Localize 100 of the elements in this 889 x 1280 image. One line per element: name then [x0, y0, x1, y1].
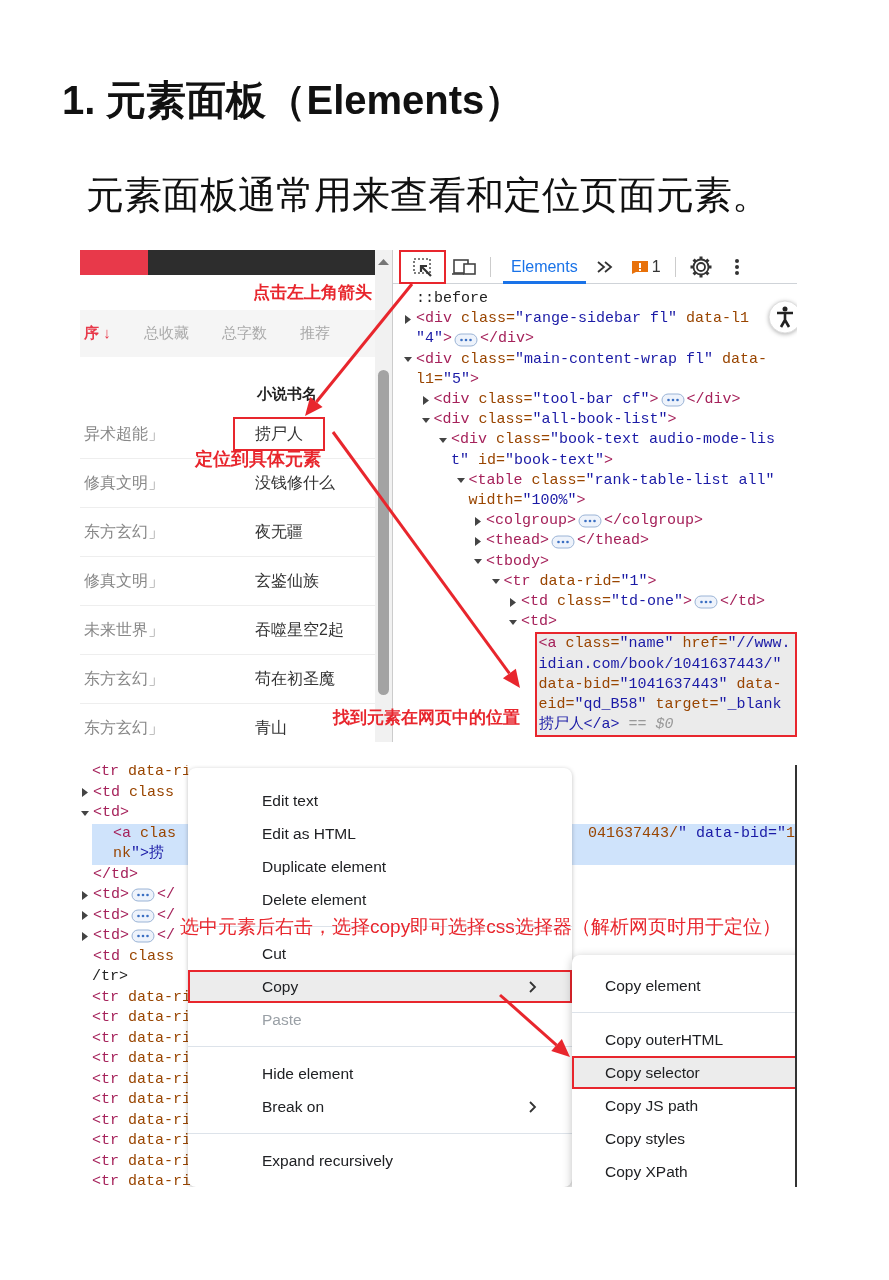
code-text: </ [157, 885, 176, 905]
code-text: <a class="name" href="//www. [538, 634, 791, 655]
expand-toggle-icon[interactable] [439, 435, 447, 445]
code-text: <td class [93, 782, 175, 803]
ellipsis-badge-icon[interactable] [660, 393, 685, 408]
code-text: <tbody> [486, 551, 549, 572]
code-text: <td> [93, 803, 129, 823]
code-text: <td> [93, 905, 129, 926]
code-text: nk">捞 [113, 844, 165, 864]
expand-toggle-icon[interactable] [81, 890, 89, 900]
expand-toggle-icon[interactable] [421, 395, 430, 405]
code-text: data-bid="1041637443" data- [538, 674, 782, 695]
code-text: t" id="book-text"> [451, 450, 614, 471]
issues-flag-icon[interactable] [631, 259, 648, 274]
menu-item[interactable]: Copy element [572, 969, 795, 1002]
code-text: </div> [480, 329, 535, 350]
category-text: 东方玄幻」 [84, 718, 165, 738]
more-tabs-icon[interactable] [595, 259, 614, 274]
expand-toggle-icon[interactable] [404, 314, 412, 324]
code-text: /tr> [92, 967, 128, 987]
sort-tab[interactable]: 序 ↓ [84, 322, 111, 345]
expand-toggle-icon[interactable] [509, 597, 517, 607]
code-text: 捞尸人</a> [538, 715, 620, 736]
book-title-link[interactable]: 吞噬星空2起 [233, 613, 366, 647]
category-text: 东方玄幻」 [84, 669, 165, 689]
menu-item[interactable]: Edit text [188, 784, 572, 817]
device-toolbar-icon[interactable] [452, 257, 478, 276]
book-title-link[interactable]: 玄鉴仙族 [233, 564, 341, 598]
more-options-icon[interactable] [733, 257, 740, 276]
annotation-text: 选中元素后右击，选择copy即可选择css选择器（解析网页时用于定位） [180, 915, 781, 939]
menu-item[interactable]: Delete element [188, 883, 572, 916]
code-text: <colgroup> [486, 511, 576, 532]
menu-item[interactable]: Copy JS path [572, 1089, 795, 1122]
console-reference-text: == $0 [628, 715, 674, 736]
book-title-link[interactable]: 夜无疆 [233, 515, 325, 549]
menu-item[interactable]: Copy selector [572, 1056, 795, 1089]
selected-node-highlight[interactable]: <a class="name" href="//www. idian.com/book/1041637443/" data-bid="1041637443" data- eid="qd_B58" target="_blank 捞尸人</a> == $0 [534, 632, 797, 738]
code-text: </ [157, 926, 176, 946]
annotation-text: 找到元素在网页中的位置 [333, 707, 520, 729]
code-text: <div class="book-text audio-mode-lis [451, 430, 776, 451]
code-text: <thead> [486, 531, 549, 552]
menu-item[interactable]: Copy outerHTML [572, 1023, 795, 1056]
annotation-text: 点击左上角箭头 [253, 282, 372, 304]
code-text: width="100%"> [468, 491, 586, 512]
code-text: <a clas [113, 823, 177, 844]
ellipsis-badge-icon[interactable] [131, 908, 155, 923]
ellipsis-badge-icon[interactable] [694, 595, 719, 610]
menu-item[interactable]: Edit as HTML [188, 817, 572, 850]
code-text: </ [157, 905, 176, 926]
expand-toggle-icon[interactable] [81, 808, 89, 818]
category-text: 修真文明」 [84, 571, 165, 591]
annotation-arrow [499, 993, 570, 1057]
scrollbar-thumb[interactable] [378, 370, 389, 695]
expand-toggle-icon[interactable] [81, 788, 89, 797]
expand-toggle-icon[interactable] [81, 931, 89, 941]
menu-item[interactable]: Duplicate element [188, 850, 572, 883]
issues-count[interactable]: 1 [651, 254, 661, 279]
menu-item[interactable]: Cut [188, 937, 572, 970]
code-text: <td> [521, 612, 557, 633]
ellipsis-badge-icon[interactable] [551, 534, 575, 549]
code-text: l1="5"> [416, 369, 480, 390]
inspect-icon[interactable] [411, 256, 434, 277]
expand-toggle-icon[interactable] [509, 617, 517, 627]
code-text: <td> [93, 926, 129, 946]
book-title-link[interactable]: 捞尸人 [233, 417, 325, 451]
code-text: </div> [686, 390, 741, 410]
menu-item[interactable]: Copy XPath [572, 1155, 795, 1187]
code-text: ::before [416, 289, 488, 309]
ellipsis-badge-icon[interactable] [131, 929, 155, 944]
code-text: </colgroup> [604, 511, 704, 532]
menu-item[interactable]: Copy [188, 970, 572, 1003]
expand-toggle-icon[interactable] [81, 911, 89, 920]
code-text: <tr data-rid="1"> [503, 571, 657, 592]
category-text: 修真文明」 [84, 473, 165, 493]
ellipsis-badge-icon[interactable] [454, 332, 479, 347]
scroll-up-icon[interactable] [378, 258, 389, 266]
annotation-text: 定位到具体元素 [195, 448, 321, 471]
code-text: <td class [93, 946, 175, 967]
code-text: idian.com/book/1041637443/" [538, 654, 782, 675]
code-text: <div class="all-book-list"> [433, 410, 677, 431]
menu-item[interactable]: Copy styles [572, 1122, 795, 1155]
code-text: </td> [93, 864, 138, 885]
code-text: <div class="range-sidebar fl" data-l1 [416, 309, 750, 330]
code-text: <div class="tool-bar cf"> [433, 390, 659, 410]
expand-toggle-icon[interactable] [474, 516, 482, 526]
settings-icon[interactable] [689, 255, 712, 278]
book-title-link[interactable]: 苟在初圣魔 [233, 662, 357, 696]
code-text: </thead> [577, 531, 650, 552]
accessibility-icon[interactable] [768, 300, 797, 334]
code-text: <td> [93, 885, 129, 905]
elements-tab[interactable]: Elements [503, 250, 586, 284]
book-title-link[interactable]: 青山 [233, 711, 309, 742]
expand-toggle-icon[interactable] [421, 415, 430, 425]
ellipsis-badge-icon[interactable] [578, 514, 602, 529]
code-text: 041637443/" data-bid="1 [587, 823, 795, 844]
code-text: <table class="rank-table-list all" [468, 470, 775, 491]
expand-toggle-icon[interactable] [474, 536, 482, 546]
code-text: <td class="td-one"> [521, 592, 693, 613]
category-text: 未来世界」 [84, 620, 165, 640]
ellipsis-badge-icon[interactable] [131, 888, 155, 903]
